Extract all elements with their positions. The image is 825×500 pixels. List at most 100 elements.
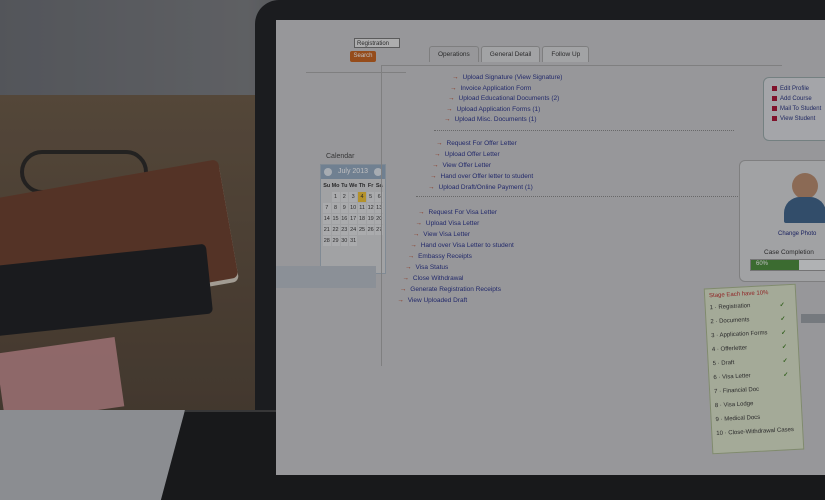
calendar-day[interactable]: 7 (323, 203, 331, 213)
calendar-day-header: Mo (331, 183, 340, 189)
calendar-day[interactable]: 25 (358, 225, 366, 235)
arrow-icon: → (397, 297, 404, 304)
calendar-day[interactable]: 15 (331, 214, 340, 224)
calendar-grid: Su Mo Tu We Th Fr Sa 1 2 3 4 5 6 7 8 9 10 11 12 13 14 15 16 17 1… (321, 179, 385, 248)
operation-link[interactable]: → View Visa Letter (413, 231, 470, 238)
operation-link[interactable]: → Upload Signature (View Signature) (452, 74, 562, 81)
operation-link-label: Upload Educational Documents (2) (458, 95, 560, 102)
calendar-day[interactable]: 9 (340, 203, 349, 213)
calendar-day-header: Fr (367, 183, 374, 189)
quick-link-label: Edit Profile (780, 86, 810, 93)
stage-item-label: 1 · Registration (709, 303, 751, 312)
arrow-icon: → (428, 184, 435, 191)
prev-month-icon[interactable] (324, 168, 332, 176)
calendar-day-header: Th (358, 183, 366, 189)
arrow-icon: → (452, 74, 459, 81)
calendar-blank (358, 236, 366, 246)
stage-item-label: 4 · Offerletter (711, 345, 748, 354)
calendar-day[interactable]: 28 (323, 236, 331, 246)
calendar-day[interactable]: 14 (323, 214, 331, 224)
operation-link-label: Upload Application Forms (1) (456, 105, 541, 113)
arrow-icon: → (399, 286, 407, 293)
tab-operations[interactable]: Operations (429, 46, 479, 62)
calendar-day[interactable]: 4 (358, 192, 366, 202)
calendar-day[interactable]: 22 (331, 225, 340, 235)
calendar-day[interactable]: 17 (349, 214, 358, 224)
arrow-icon: → (432, 162, 439, 169)
operation-link[interactable]: → Upload Application Forms (1) (446, 106, 540, 113)
check-icon: ✓ (779, 302, 785, 309)
calendar-day[interactable]: 24 (349, 225, 358, 235)
operation-link[interactable]: → Visa Status (405, 264, 448, 271)
operation-link[interactable]: → Upload Offer Letter (434, 151, 500, 158)
calendar-day[interactable]: 10 (349, 203, 358, 213)
change-photo-link[interactable]: Change Photo (778, 231, 816, 237)
calendar-day[interactable]: 2 (340, 192, 349, 202)
calendar-day[interactable]: 23 (340, 225, 349, 235)
calendar-day[interactable]: 16 (340, 214, 349, 224)
calendar-day[interactable]: 19 (366, 214, 375, 224)
status-dropdown[interactable]: Registration (354, 38, 400, 48)
search-button[interactable]: Search (350, 51, 376, 62)
tab-follow-up[interactable]: Follow Up (542, 46, 590, 62)
operation-link[interactable]: → View Uploaded Draft (397, 297, 467, 304)
calendar-day[interactable]: 30 (340, 236, 349, 246)
avatar-body (784, 197, 825, 223)
calendar-day[interactable]: 5 (366, 192, 375, 202)
calendar-header: July 2013 (321, 165, 385, 179)
calendar-day[interactable]: 29 (331, 236, 340, 246)
operation-link[interactable]: → Generate Registration Receipts (400, 286, 501, 293)
operation-link[interactable]: → Upload Visa Letter (415, 220, 479, 227)
operation-link-label: Request For Visa Letter (428, 209, 498, 216)
operation-link[interactable]: → Request For Offer Letter (436, 140, 517, 147)
tab-general-detail[interactable]: General Detail (480, 46, 541, 62)
arrow-icon: → (407, 253, 415, 260)
operation-link[interactable]: → Hand over Offer letter to student (430, 173, 533, 180)
calendar-day[interactable]: 8 (331, 203, 340, 213)
calendar-day[interactable]: 11 (358, 203, 366, 213)
operation-link[interactable]: → Close Withdrawal (402, 275, 463, 282)
calendar-day[interactable]: 26 (366, 225, 375, 235)
quick-link[interactable]: Add Course (772, 96, 812, 102)
operation-link-label: Close Withdrawal (412, 275, 464, 282)
link-icon (772, 116, 777, 121)
quick-link[interactable]: Edit Profile (772, 86, 809, 92)
calendar-day[interactable]: 31 (349, 236, 358, 246)
stage-item-label: 10 · Close-Withdrawal Cases (716, 426, 795, 438)
calendar-day[interactable]: 21 (323, 225, 331, 235)
stage-item: 6 · Visa Letter ✓ (713, 372, 788, 381)
quick-link[interactable]: View Student (772, 116, 815, 122)
operation-link-label: Invoice Application Form (460, 84, 532, 92)
operation-link[interactable]: → Hand over Visa Letter to student (410, 242, 514, 249)
operation-link[interactable]: → Request For Visa Letter (418, 209, 497, 216)
operation-link[interactable]: → View Offer Letter (432, 162, 491, 169)
quick-links-box: Edit Profile Add Course Mail To Student Vie… (763, 77, 825, 141)
tab-bar: Operations General Detail Follow Up (429, 46, 590, 62)
operation-link-label: Upload Misc. Documents (1) (454, 116, 537, 123)
arrow-icon: → (410, 242, 417, 249)
calendar-day[interactable]: 1 (331, 192, 340, 202)
operation-link-label: Hand over Offer letter to student (440, 173, 534, 180)
calendar-day-header: Su (323, 183, 331, 189)
operation-link[interactable]: → Upload Misc. Documents (1) (444, 116, 537, 123)
stage-item: 4 · Offerletter ✓ (711, 344, 787, 354)
link-icon (772, 96, 777, 101)
stage-item: 5 · Draft ✓ (713, 358, 788, 367)
stages-note: Stage Each have 10% 1 · Registration ✓ 2 ·… (703, 283, 805, 455)
calendar-day[interactable]: 12 (366, 203, 375, 213)
calendar-day[interactable]: 3 (349, 192, 358, 202)
calendar-month: July 2013 (338, 168, 368, 175)
dotted-divider (416, 196, 746, 197)
check-icon: ✓ (781, 344, 788, 351)
arrow-icon: → (412, 231, 420, 238)
operation-link[interactable]: → Invoice Application Form (450, 85, 531, 92)
calendar-day[interactable]: 18 (358, 214, 366, 224)
case-completion-label: Case Completion (764, 249, 814, 256)
quick-link[interactable]: Mail To Student (772, 106, 821, 112)
calendar-blank (323, 192, 331, 202)
operation-link[interactable]: → Upload Educational Documents (2) (448, 95, 559, 102)
arrow-icon: → (415, 220, 422, 227)
calendar-widget: July 2013 Su Mo Tu We Th Fr Sa 1 2 3 4 5 6 7 8 9 10 11 12 1… (320, 164, 386, 274)
operation-link[interactable]: → Upload Draft/Online Payment (1) (428, 184, 533, 191)
operation-link[interactable]: → Embassy Receipts (408, 253, 472, 260)
